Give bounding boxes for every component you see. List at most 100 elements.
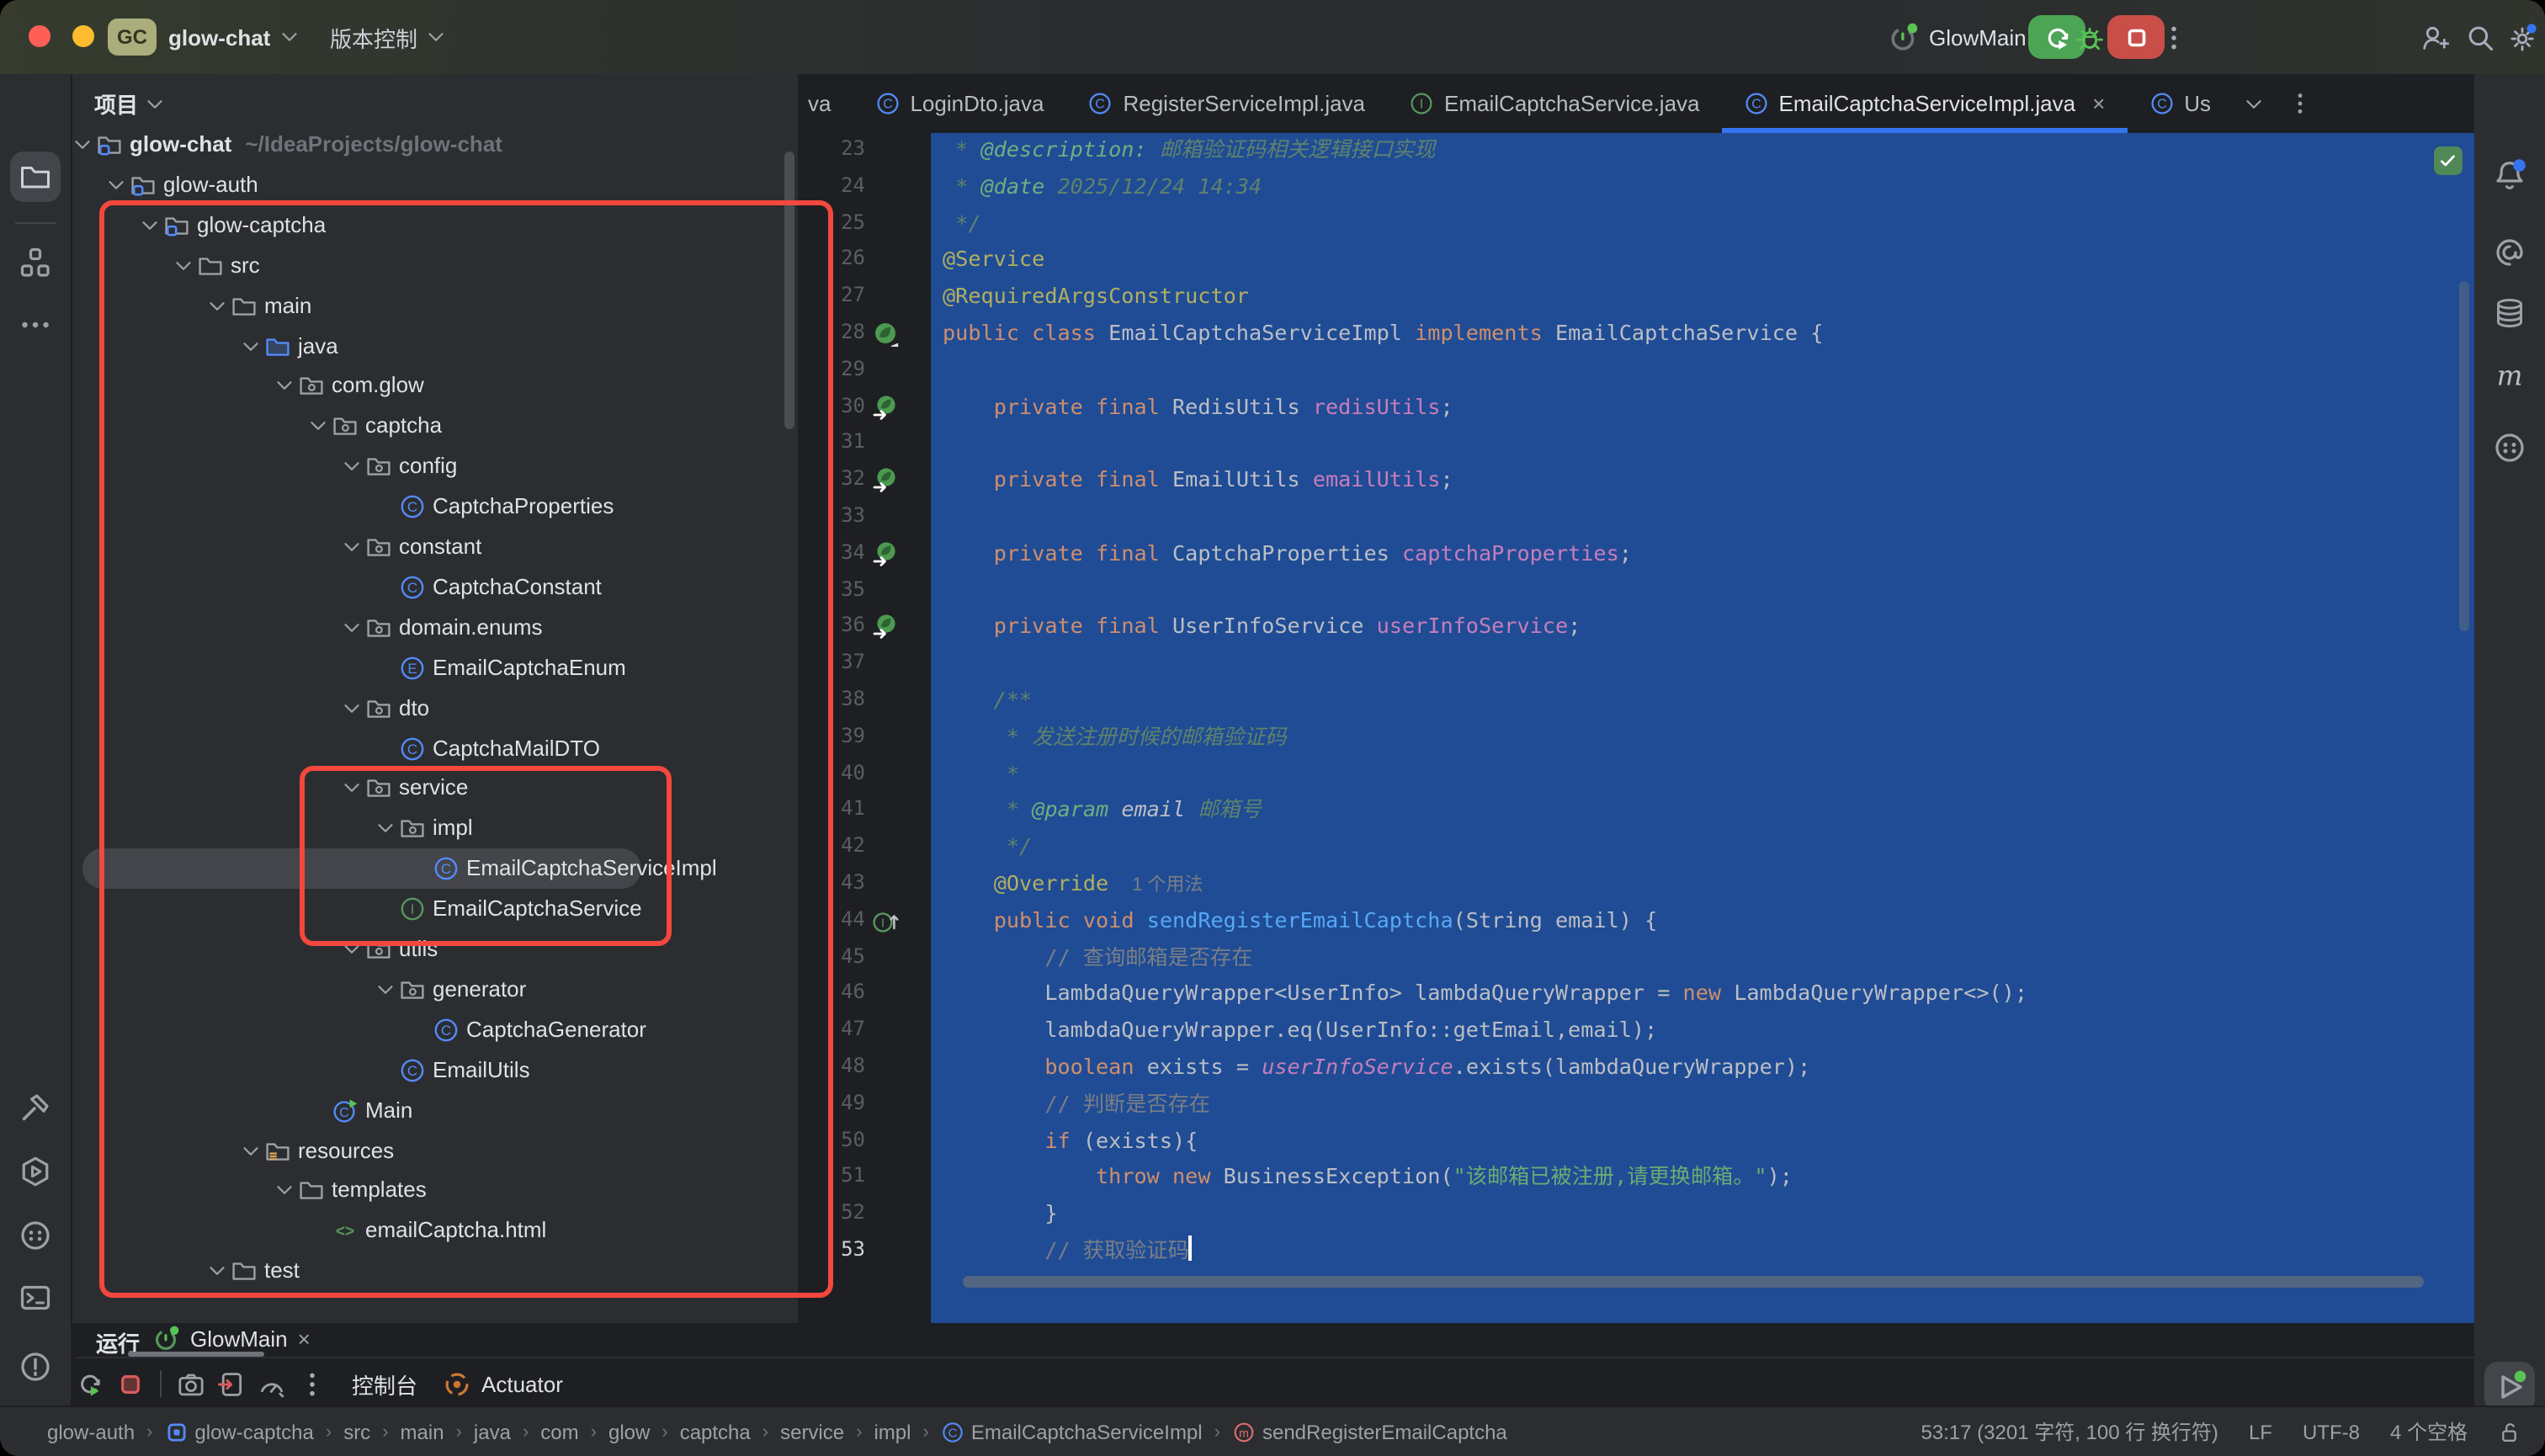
tree-scrollbar[interactable] [784,151,794,429]
breadcrumb-item-java[interactable]: java [474,1420,511,1443]
tree-item-CaptchaConstant[interactable]: CCaptchaConstant [72,567,798,608]
status-item[interactable]: UTF-8 [2303,1420,2360,1443]
problems-icon[interactable] [19,1350,52,1384]
breadcrumb-item-src[interactable]: src [343,1420,370,1443]
more-vertical-icon[interactable] [2287,91,2312,116]
project-folder-icon[interactable] [19,160,52,194]
tree-item-EmailCaptchaServiceImpl[interactable]: CEmailCaptchaServiceImpl [72,848,798,889]
terminal-icon[interactable] [19,1281,52,1315]
breadcrumb-item-sendRegisterEmailCaptcha[interactable]: msendRegisterEmailCaptcha [1232,1420,1507,1443]
editor-tab-va[interactable]: va [801,74,853,133]
breadcrumb-item-EmailCaptchaServiceImpl[interactable]: CEmailCaptchaServiceImpl [941,1420,1203,1443]
editor-tab-LoginDto.java[interactable]: CLoginDto.java [853,74,1065,133]
notifications-bell-icon[interactable] [2493,158,2526,192]
view-tab-控制台[interactable]: 控制台 [352,1368,417,1400]
editor-tab-Us[interactable]: CUs [2127,74,2233,133]
stop-button[interactable] [2107,15,2165,59]
rerun-icon[interactable] [76,1369,104,1398]
editor-vertical-scrollbar[interactable] [2459,281,2469,631]
database-icon[interactable] [2493,296,2526,330]
coverage-icon[interactable] [19,1219,52,1252]
status-item[interactable]: LF [2249,1420,2272,1443]
breadcrumb-item-impl[interactable]: impl [874,1420,911,1443]
tree-item-EmailCaptchaService[interactable]: IEmailCaptchaService [72,889,798,929]
breadcrumb-item-glow-captcha[interactable]: glow-captcha [164,1420,313,1443]
tree-item-CaptchaMailDTO[interactable]: CCaptchaMailDTO [72,728,798,768]
chevron-down-icon[interactable] [274,376,295,396]
tree-item-generator[interactable]: generator [72,970,798,1010]
editor-tab-RegisterServiceImpl.java[interactable]: CRegisterServiceImpl.java [1065,74,1387,133]
editor-tab-EmailCaptchaServiceImpl.java[interactable]: CEmailCaptchaServiceImpl.java× [1722,74,2128,133]
chevron-down-icon[interactable] [2243,93,2263,114]
chevron-down-icon[interactable] [274,1181,295,1201]
chevron-down-icon[interactable] [207,295,227,316]
tree-item-emailCaptcha.html[interactable]: <>emailCaptcha.html [72,1211,798,1251]
chevron-down-icon[interactable] [241,1140,261,1161]
bean-gutter-icon[interactable] [872,320,899,347]
autowired-gutter-icon[interactable] [872,614,899,640]
chevron-down-icon[interactable] [342,537,362,557]
breadcrumb-item-com[interactable]: com [540,1420,578,1443]
close-icon[interactable]: × [2092,91,2105,116]
chevron-down-icon[interactable] [173,255,194,275]
editor-horizontal-scrollbar[interactable] [963,1276,2424,1288]
editor-tab-EmailCaptchaService.java[interactable]: IEmailCaptchaService.java [1387,74,1721,133]
inspections-ok-icon[interactable] [2434,146,2463,175]
breadcrumb-item-main[interactable]: main [401,1420,444,1443]
run-tab-glowmain[interactable]: GlowMain × [153,1325,311,1352]
chevron-down-icon[interactable] [106,175,126,195]
tree-item-captcha[interactable]: captcha [72,407,798,447]
vcs-menu[interactable]: 版本控制 [330,0,446,74]
chevron-down-icon[interactable] [342,618,362,638]
chevron-down-icon[interactable] [342,778,362,799]
build-hammer-icon[interactable] [19,1091,52,1124]
tree-item-glow-captcha[interactable]: glow-captcha [72,205,798,246]
thread-dump-icon[interactable] [217,1369,246,1398]
tree-item-service[interactable]: service [72,768,798,809]
status-item[interactable]: 4 个空格 [2390,1417,2468,1446]
tree-item-dto[interactable]: dto [72,688,798,728]
code-editor[interactable]: 23 * @description: 邮箱验证码相关逻辑接口实现24 * @da… [801,133,2474,1323]
autowired-gutter-icon[interactable] [872,393,899,420]
more-vertical-icon[interactable] [2160,24,2190,54]
services-icon[interactable] [19,1155,52,1188]
tree-item-resources[interactable]: resources [72,1130,798,1171]
tree-item-glow-auth[interactable]: glow-auth [72,165,798,205]
tree-item-CaptchaGenerator[interactable]: CCaptchaGenerator [72,1010,798,1050]
more-horizontal-icon[interactable] [19,308,52,342]
chevron-down-icon[interactable] [342,698,362,718]
chevron-down-icon[interactable] [375,819,396,839]
tree-item-EmailCaptchaEnum[interactable]: EEmailCaptchaEnum [72,647,798,688]
chevron-down-icon[interactable] [342,456,362,476]
tree-item-impl[interactable]: impl [72,809,798,849]
tree-item-constant[interactable]: constant [72,527,798,567]
breadcrumb-item-captcha[interactable]: captcha [680,1420,751,1443]
tree-item-com.glow[interactable]: com.glow [72,366,798,407]
breadcrumb-item-glow-auth[interactable]: glow-auth [47,1420,135,1443]
tree-item-glow-chat[interactable]: glow-chat~/IdeaProjects/glow-chat [72,133,798,165]
chevron-down-icon[interactable] [308,417,328,437]
tree-item-src[interactable]: src [72,245,798,285]
chevron-down-icon[interactable] [140,215,160,236]
debug-bug-icon[interactable] [2075,24,2106,54]
view-tab-Actuator[interactable]: Actuator [443,1369,563,1398]
ai-assistant-icon[interactable] [2493,236,2526,269]
tree-item-config[interactable]: config [72,446,798,486]
impl-gutter-icon[interactable]: I [872,907,899,934]
maven-icon[interactable]: m [2493,359,2526,392]
status-item[interactable]: 53:17 (3201 字符, 100 行 换行符) [1921,1417,2218,1446]
close-icon[interactable]: × [298,1326,311,1351]
minimize-window-button[interactable] [72,25,94,47]
chevron-down-icon[interactable] [72,135,93,155]
chevron-down-icon[interactable] [342,939,362,959]
chevron-down-icon[interactable] [207,1261,227,1281]
screenshot-icon[interactable] [177,1369,205,1398]
stop-icon[interactable] [116,1369,145,1398]
add-user-icon[interactable] [2420,24,2451,54]
tree-item-EmailUtils[interactable]: CEmailUtils [72,1049,798,1090]
tree-item-java[interactable]: java [72,326,798,366]
tree-item-domain.enums[interactable]: domain.enums [72,608,798,648]
tree-item-Main[interactable]: CMain [72,1090,798,1130]
tree-item-utils[interactable]: utils [72,929,798,970]
autowired-gutter-icon[interactable] [872,540,899,567]
